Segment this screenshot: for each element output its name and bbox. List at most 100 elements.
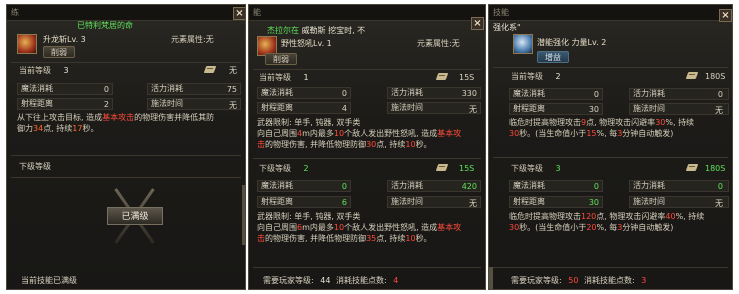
cast-value: 无 bbox=[229, 101, 237, 110]
next-mana-value: 0 bbox=[341, 182, 347, 191]
next-skill-description: 武器限制: 单手, 钝器, 双手类 向自己周围6m内最多10个敌人发出野性怒吼,… bbox=[257, 212, 462, 243]
next-mana-value: 0 bbox=[593, 182, 599, 191]
skill-tooltip-panel-3: 技能 强化系" × 潜能强化 力量Lv. 2 增益 当前等级 2 180S 魔法… bbox=[488, 4, 733, 290]
next-level-row: 下级等级 2 bbox=[259, 163, 309, 175]
next-range-label: 射程距离 bbox=[513, 197, 545, 206]
next-mana-label: 魔法消耗 bbox=[261, 181, 293, 190]
current-level-right: 无 bbox=[229, 66, 237, 75]
footer-requirements: 需要玩家等级: 44 消耗技能点数: 4 bbox=[263, 276, 399, 285]
close-icon[interactable]: × bbox=[719, 9, 732, 22]
scroll-icon bbox=[685, 71, 699, 81]
current-level-value: 1 bbox=[303, 73, 309, 82]
skill-tooltip-panel-2: 能 杰拉尔在 威勒斯 挖宝时, 不 × 野性怒吼Lv. 1 元素属性:无 削弱 … bbox=[248, 4, 486, 290]
next-range-value: 6 bbox=[341, 198, 347, 207]
vigor-label: 活力消耗 bbox=[633, 89, 665, 98]
vigor-value: 330 bbox=[461, 89, 477, 98]
range-value: 2 bbox=[103, 100, 109, 109]
divider bbox=[11, 62, 241, 63]
skill-icon bbox=[513, 34, 533, 54]
current-level-value: 2 bbox=[555, 72, 561, 81]
scroll-icon bbox=[203, 65, 217, 75]
panel-edge bbox=[489, 267, 493, 289]
next-mana-label: 魔法消耗 bbox=[513, 181, 545, 190]
skill-icon bbox=[17, 34, 37, 54]
cast-value: 无 bbox=[715, 106, 723, 115]
next-cast-value: 无 bbox=[469, 199, 477, 208]
next-range-value: 30 bbox=[588, 198, 599, 207]
next-cast-value: 无 bbox=[715, 199, 723, 208]
divider bbox=[253, 158, 481, 159]
range-label: 射程距离 bbox=[261, 103, 293, 112]
cast-label: 施法时间 bbox=[633, 104, 665, 113]
next-level-label: 下级等级 bbox=[511, 164, 543, 173]
current-level-label: 当前等级 bbox=[259, 73, 291, 82]
vigor-value: 75 bbox=[226, 85, 237, 94]
divider bbox=[253, 69, 481, 70]
close-icon[interactable]: × bbox=[233, 7, 245, 20]
panel-topbar: 练 bbox=[7, 5, 245, 21]
range-label: 射程距离 bbox=[513, 104, 545, 113]
next-level-label: 下级等级 bbox=[19, 162, 51, 171]
skill-tag: 增益 bbox=[537, 51, 569, 63]
range-label: 射程距离 bbox=[21, 99, 53, 108]
skill-tooltip-panel-1: 练 已特利梵居的命 × 升龙斩Lv. 3 元素属性:无 削弱 当前等级 3 无 … bbox=[6, 4, 246, 290]
panel-topbar: 能 bbox=[249, 5, 485, 21]
skill-name: 潜能强化 力量Lv. 2 bbox=[537, 38, 607, 47]
skill-name: 野性怒吼Lv. 1 bbox=[281, 39, 332, 48]
next-level-row: 下级等级 3 bbox=[511, 163, 561, 175]
next-vigor-label: 活力消耗 bbox=[633, 181, 665, 190]
next-skill-description: 临危时提高物理攻击120点, 物理攻击闪避率40%, 持续 30秒。(当生命值小… bbox=[509, 212, 705, 232]
mana-value: 0 bbox=[341, 89, 347, 98]
next-level-label: 下级等级 bbox=[259, 164, 291, 173]
skill-description: 从下往上攻击目标, 造成基本攻击的物理伤害并降低其防 御力34点, 持续17秒。 bbox=[17, 113, 215, 133]
panel-topbar-label: 练 bbox=[11, 8, 19, 17]
next-vigor-value: 0 bbox=[717, 182, 723, 191]
vigor-label: 活力消耗 bbox=[151, 84, 183, 93]
vigor-label: 活力消耗 bbox=[391, 88, 423, 97]
footer-requirements: 需要玩家等级: 50 消耗技能点数: 3 bbox=[511, 276, 647, 285]
mana-label: 魔法消耗 bbox=[261, 88, 293, 97]
next-range-label: 射程距离 bbox=[261, 197, 293, 206]
divider bbox=[493, 267, 728, 268]
footer-status: 当前技能已满级 bbox=[21, 276, 77, 285]
scroll-icon bbox=[435, 163, 449, 173]
next-cast-label: 施法时间 bbox=[391, 197, 423, 206]
mana-label: 魔法消耗 bbox=[513, 89, 545, 98]
skill-description: 临危时提高物理攻击9点, 物理攻击闪避率30%, 持续 30秒。(当生命值小于1… bbox=[509, 118, 695, 138]
current-level-right: 15S bbox=[459, 73, 475, 82]
header-strip-text: 杰拉尔在 威勒斯 挖宝时, 不 bbox=[267, 26, 366, 35]
current-level-label: 当前等级 bbox=[511, 72, 543, 81]
mana-value: 0 bbox=[103, 85, 109, 94]
current-level-row: 当前等级 1 bbox=[259, 72, 309, 84]
element-attribute: 元素属性:无 bbox=[417, 39, 460, 48]
range-value: 4 bbox=[341, 104, 347, 113]
mana-label: 魔法消耗 bbox=[21, 84, 53, 93]
divider bbox=[493, 157, 728, 158]
skill-description: 武器限制: 单手, 钝器, 双手类 向自己周围4m内最多10个敌人发出野性怒吼,… bbox=[257, 118, 462, 149]
panel-topbar: 技能 bbox=[489, 5, 732, 21]
divider bbox=[11, 177, 241, 178]
mana-value: 0 bbox=[593, 90, 599, 99]
divider bbox=[493, 67, 728, 68]
cast-label: 施法时间 bbox=[151, 99, 183, 108]
skill-tag: 削弱 bbox=[265, 53, 297, 65]
next-level-value: 3 bbox=[555, 164, 561, 173]
current-level-right: 180S bbox=[705, 72, 726, 81]
divider bbox=[11, 155, 241, 156]
header-strip-text: 强化系" bbox=[493, 23, 521, 32]
panel-edge bbox=[242, 185, 245, 245]
current-level-label: 当前等级 bbox=[19, 66, 51, 75]
panel-topbar-label: 能 bbox=[253, 8, 261, 17]
cast-label: 施法时间 bbox=[391, 103, 423, 112]
current-level-value: 3 bbox=[63, 66, 69, 75]
scroll-icon bbox=[435, 72, 449, 82]
cast-value: 无 bbox=[469, 105, 477, 114]
divider bbox=[253, 267, 481, 268]
next-cast-label: 施法时间 bbox=[633, 197, 665, 206]
max-level-badge: 已满级 bbox=[107, 207, 163, 225]
crossed-swords-icon: 已满级 bbox=[85, 183, 185, 251]
close-icon[interactable]: × bbox=[471, 17, 484, 30]
next-level-right: 180S bbox=[705, 164, 726, 173]
range-value: 30 bbox=[588, 105, 599, 114]
header-strip-text: 已特利梵居的命 bbox=[77, 21, 133, 30]
